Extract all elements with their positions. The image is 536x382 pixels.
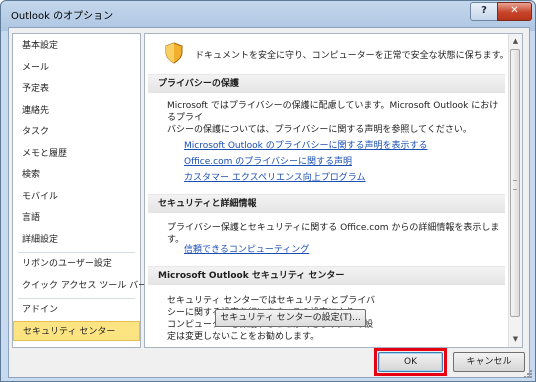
sidebar-item-advanced[interactable]: 詳細設定 <box>13 230 140 250</box>
scroll-thumb[interactable] <box>510 49 520 317</box>
sidebar-item-trust-center[interactable]: セキュリティ センター <box>13 321 140 341</box>
window-title: Outlook のオプション <box>11 11 114 22</box>
ceip-link[interactable]: カスタマー エクスペリエンス向上プログラム <box>184 170 366 183</box>
cancel-button[interactable]: キャンセル <box>453 352 525 372</box>
sidebar-item-search[interactable]: 検索 <box>13 165 140 185</box>
sidebar-divider <box>18 298 135 299</box>
category-sidebar: 基本設定 メール 予定表 連絡先 タスク メモと履歴 検索 モバイル 言語 詳細… <box>12 33 147 348</box>
intro-text: ドキュメントを安全に守り、コンピューターを正常で安全な状態に保ちます。 <box>195 51 509 61</box>
trust-center-line: 定は変更しないことをお勧めします。 <box>167 332 320 342</box>
sidebar-item-language[interactable]: 言語 <box>13 208 140 228</box>
sidebar-item-mobile[interactable]: モバイル <box>13 187 140 207</box>
sidebar-item-general[interactable]: 基本設定 <box>13 36 140 56</box>
trust-center-settings-button[interactable]: セキュリティ センターの設定(T)... <box>215 309 366 327</box>
resize-grip-icon[interactable] <box>523 369 533 379</box>
privacy-text-line-2: バシーの保護については、プライバシーに関する声明を参照してください。 <box>167 125 472 135</box>
sidebar-item-notes-journal[interactable]: メモと履歴 <box>13 144 140 164</box>
trust-center-heading: Microsoft Outlook セキュリティ センター <box>148 266 505 285</box>
privacy-text: Microsoft ではプライバシーの保護に配慮しています。Microsoft … <box>167 100 507 136</box>
content-pane: ドキュメントを安全に守り、コンピューターを正常で安全な状態に保ちます。 プライバ… <box>144 33 523 348</box>
security-heading: セキュリティと詳細情報 <box>148 194 505 213</box>
sidebar-item-quick-access-toolbar[interactable]: クイック アクセス ツール バー <box>13 276 147 296</box>
scroll-up-arrow-icon[interactable]: ▲ <box>510 35 521 48</box>
trustworthy-computing-link[interactable]: 信頼できるコンピューティング <box>184 242 309 255</box>
options-dialog: Outlook のオプション ? ✕ 基本設定 メール 予定表 連絡先 タスク … <box>0 0 536 382</box>
scroll-down-arrow-icon[interactable]: ▼ <box>510 333 521 346</box>
privacy-heading: プライバシーの保護 <box>148 74 505 93</box>
sidebar-item-addins[interactable]: アドイン <box>13 300 140 320</box>
sidebar-item-calendar[interactable]: 予定表 <box>13 79 140 99</box>
sidebar-item-tasks[interactable]: タスク <box>13 122 140 142</box>
help-button[interactable]: ? <box>470 2 498 21</box>
privacy-statement-link[interactable]: Microsoft Outlook のプライバシーに関する声明を表示する <box>184 138 428 151</box>
sidebar-item-contacts[interactable]: 連絡先 <box>13 101 140 121</box>
title-bar[interactable]: Outlook のオプション ? ✕ <box>1 1 535 27</box>
shield-icon <box>165 42 183 64</box>
close-button[interactable]: ✕ <box>497 2 532 21</box>
office-privacy-link[interactable]: Office.com のプライバシーに関する声明 <box>184 154 352 167</box>
privacy-text-line-1: Microsoft ではプライバシーの保護に配慮しています。Microsoft … <box>167 101 499 123</box>
trust-center-line: セキュリティ センターではセキュリティとプライバ <box>167 296 376 306</box>
sidebar-item-customize-ribbon[interactable]: リボンのユーザー設定 <box>13 254 140 274</box>
vertical-scrollbar[interactable]: ▲ ▼ <box>508 34 522 347</box>
scroll-grip <box>513 180 517 190</box>
ok-button[interactable]: OK <box>378 352 443 372</box>
sidebar-item-mail[interactable]: メール <box>13 58 140 78</box>
sidebar-divider <box>18 252 135 253</box>
